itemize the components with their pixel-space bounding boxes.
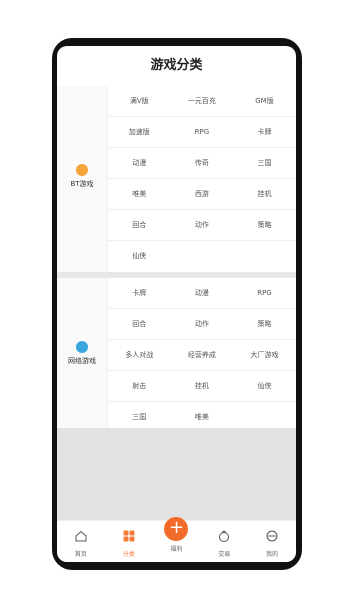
grid-row: 射击 挂机 仙侠 <box>108 371 296 402</box>
bt-games-category[interactable]: BT游戏 <box>57 164 107 189</box>
tab-label: 首页 <box>74 551 87 558</box>
category-cell[interactable]: 卡牌 <box>233 117 296 147</box>
category-cell[interactable]: 策略 <box>233 210 296 240</box>
category-cell[interactable]: 经营养成 <box>171 340 234 370</box>
category-cell <box>171 241 234 271</box>
online-games-icon <box>76 341 88 353</box>
section-label-column: BT游戏 <box>57 86 108 272</box>
category-cell <box>233 241 296 271</box>
grid-row: 卡牌 动漫 RPG <box>108 278 296 309</box>
category-cell[interactable]: GM版 <box>233 86 296 116</box>
tab-category[interactable]: 分类 <box>105 521 153 562</box>
category-cell[interactable]: 唯美 <box>108 179 171 209</box>
category-cell[interactable]: 挂机 <box>233 179 296 209</box>
grid-row: 仙侠 <box>108 241 296 271</box>
category-icon <box>123 530 135 542</box>
category-cell[interactable]: 大厂游戏 <box>233 340 296 370</box>
category-cell[interactable]: 西游 <box>171 179 234 209</box>
category-cell[interactable]: 射击 <box>108 371 171 401</box>
tab-profile[interactable]: 我的 <box>248 521 296 562</box>
category-cell[interactable]: 动漫 <box>171 278 234 308</box>
category-grid: 满V版 一元百充 GM版 加速版 RPG 卡牌 动漫 传奇 三国 唯美 西游 挂… <box>108 86 296 271</box>
tab-label: 分类 <box>122 551 135 558</box>
section-online-games: 网络游戏 卡牌 动漫 RPG 回合 动作 策略 多人对战 经营养成 大厂游戏 射… <box>57 278 296 428</box>
category-cell[interactable]: RPG <box>171 117 234 147</box>
category-cell[interactable]: 动作 <box>171 309 234 339</box>
category-cell[interactable]: 仙侠 <box>233 371 296 401</box>
category-cell[interactable]: RPG <box>233 278 296 308</box>
category-cell[interactable]: 满V版 <box>108 86 171 116</box>
category-cell[interactable]: 回合 <box>108 210 171 240</box>
bt-games-icon <box>76 164 88 176</box>
grid-row: 唯美 西游 挂机 <box>108 179 296 210</box>
tab-trade[interactable]: 交易 <box>200 521 248 562</box>
grid-row: 加速版 RPG 卡牌 <box>108 117 296 148</box>
section-label-column: 网络游戏 <box>57 278 108 428</box>
empty-area <box>57 428 296 520</box>
category-cell[interactable]: 一元百充 <box>171 86 234 116</box>
online-games-category[interactable]: 网络游戏 <box>57 341 107 366</box>
tab-label: 交易 <box>218 551 231 558</box>
tab-label: 福利 <box>170 546 183 553</box>
category-cell[interactable]: 挂机 <box>171 371 234 401</box>
app-screen: 游戏分类 BT游戏 满V版 一元百充 GM版 加速版 RPG 卡牌 动漫 传奇 <box>57 46 296 562</box>
category-grid: 卡牌 动漫 RPG 回合 动作 策略 多人对战 经营养成 大厂游戏 射击 挂机 … <box>108 278 296 432</box>
tab-welfare[interactable]: + 福利 <box>153 517 201 562</box>
bottom-tab-bar: 首页 分类 + 福利 交易 我的 <box>57 517 296 562</box>
category-cell[interactable]: 策略 <box>233 309 296 339</box>
tab-home[interactable]: 首页 <box>57 521 105 562</box>
user-icon <box>266 530 278 542</box>
grid-row: 满V版 一元百充 GM版 <box>108 86 296 117</box>
category-cell[interactable]: 加速版 <box>108 117 171 147</box>
category-label: 网络游戏 <box>68 357 96 365</box>
category-cell[interactable]: 多人对战 <box>108 340 171 370</box>
grid-row: 动漫 传奇 三国 <box>108 148 296 179</box>
grid-row: 回合 动作 策略 <box>108 309 296 340</box>
category-cell[interactable]: 动作 <box>171 210 234 240</box>
tab-label: 我的 <box>266 551 279 558</box>
grid-row: 多人对战 经营养成 大厂游戏 <box>108 340 296 371</box>
category-cell[interactable]: 回合 <box>108 309 171 339</box>
section-bt-games: BT游戏 满V版 一元百充 GM版 加速版 RPG 卡牌 动漫 传奇 三国 唯美… <box>57 86 296 272</box>
category-cell[interactable]: 仙侠 <box>108 241 171 271</box>
category-cell[interactable]: 三国 <box>233 148 296 178</box>
category-cell[interactable]: 传奇 <box>171 148 234 178</box>
plus-icon[interactable]: + <box>164 517 189 541</box>
page-title: 游戏分类 <box>150 58 203 73</box>
category-label: BT游戏 <box>70 180 94 188</box>
bag-icon <box>219 530 230 542</box>
category-cell[interactable]: 动漫 <box>108 148 171 178</box>
grid-row: 回合 动作 策略 <box>108 210 296 241</box>
category-cell[interactable]: 卡牌 <box>108 278 171 308</box>
home-icon <box>75 530 87 542</box>
